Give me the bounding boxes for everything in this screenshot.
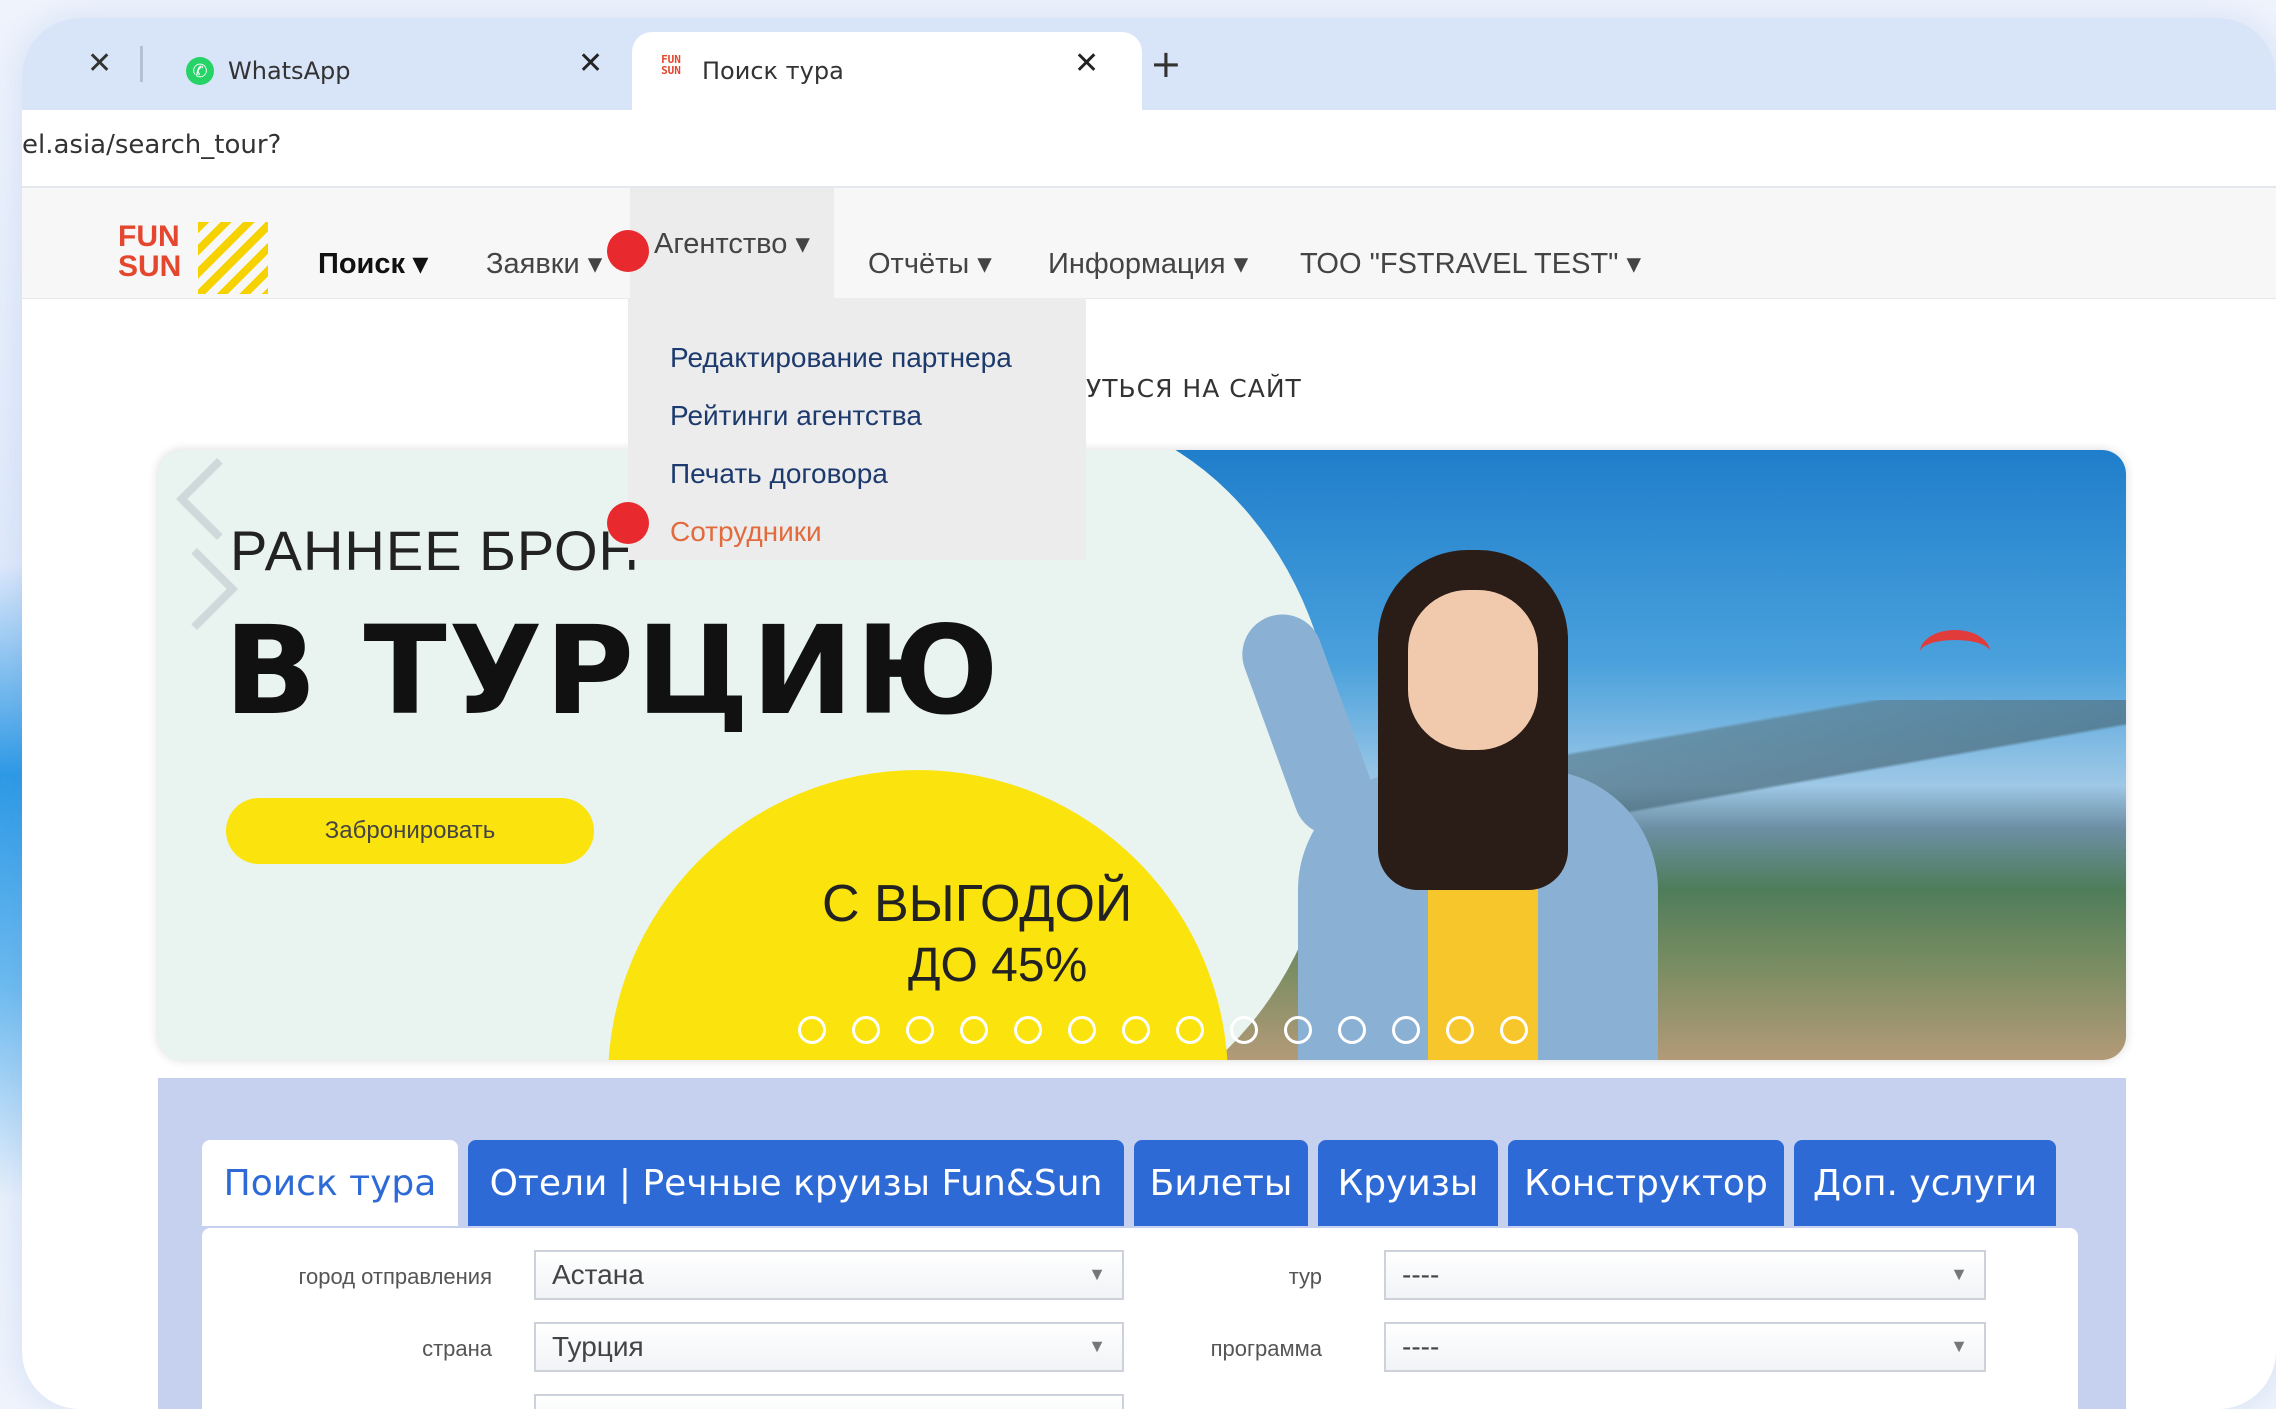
tab-strip: ✕ ✆ WhatsApp ✕ FUN SUN Поиск тура ✕ +: [22, 18, 2276, 110]
logo-text: FUN SUN: [118, 220, 182, 283]
slide-dot[interactable]: [852, 1016, 880, 1044]
nav-search[interactable]: Поиск ▾: [318, 246, 428, 281]
close-icon[interactable]: ✕: [87, 46, 112, 81]
promo-banner[interactable]: РАННЕЕ БРОН В ТУРЦИЮ Забронировать С ВЫГ…: [158, 450, 2126, 1060]
whatsapp-icon: ✆: [186, 57, 214, 85]
slide-dot[interactable]: [1230, 1016, 1258, 1044]
tour-value: ----: [1402, 1259, 1440, 1290]
nav-company[interactable]: ТОО "FSTRAVEL TEST" ▾: [1300, 246, 1641, 281]
departure-select[interactable]: Астана ▼: [534, 1250, 1124, 1300]
banner-headline-line1: РАННЕЕ БРОН: [230, 519, 640, 582]
tab-separator: [140, 46, 143, 82]
slide-dot[interactable]: [798, 1016, 826, 1044]
slide-dot[interactable]: [1068, 1016, 1096, 1044]
tab-whatsapp[interactable]: ✆ WhatsApp: [162, 32, 642, 110]
slide-dot[interactable]: [1446, 1016, 1474, 1044]
promo-text-line1: С ВЫГОДОЙ: [822, 875, 1133, 933]
program-value: ----: [1402, 1331, 1440, 1362]
slide-dot[interactable]: [1392, 1016, 1420, 1044]
banner-person-image: [1231, 550, 1688, 1060]
chevron-down-icon: ▼: [1088, 1264, 1106, 1284]
slide-dot[interactable]: [1284, 1016, 1312, 1044]
return-to-site-link[interactable]: УТЬСЯ НА САЙТ: [1086, 374, 1302, 403]
browser-window: ✕ ✆ WhatsApp ✕ FUN SUN Поиск тура ✕ + el.…: [22, 18, 2276, 1409]
tab-label: Поиск тура: [702, 57, 844, 85]
departure-label: город отправления: [298, 1264, 492, 1289]
funsun-favicon-icon: FUN SUN: [661, 53, 681, 77]
menu-item-employees[interactable]: Сотрудники: [670, 516, 822, 548]
agency-dropdown-menu: Редактирование партнера Рейтинги агентст…: [628, 298, 1086, 560]
new-tab-plus-icon[interactable]: +: [1150, 42, 1182, 86]
tab-search-tour[interactable]: FUN SUN Поиск тура: [632, 32, 1142, 110]
slide-dot[interactable]: [1338, 1016, 1366, 1044]
paraglider-icon: [1920, 630, 1990, 674]
nav-agency[interactable]: Агентство ▾: [630, 188, 834, 298]
book-button[interactable]: Забронировать: [226, 798, 594, 864]
url-text[interactable]: el.asia/search_tour?: [22, 130, 281, 160]
country-label: страна: [422, 1336, 492, 1361]
menu-item-agency-ratings[interactable]: Рейтинги агентства: [670, 400, 922, 432]
tab-cruises[interactable]: Круизы: [1318, 1140, 1498, 1226]
slide-dot[interactable]: [1176, 1016, 1204, 1044]
menu-item-edit-partner[interactable]: Редактирование партнера: [670, 342, 1012, 374]
menu-item-print-contract[interactable]: Печать договора: [670, 458, 888, 490]
search-form: город отправления Астана ▼ тур ---- ▼ ст…: [202, 1228, 2078, 1409]
tab-extra-services[interactable]: Доп. услуги: [1794, 1140, 2056, 1226]
country-select[interactable]: Турция ▼: [534, 1322, 1124, 1372]
nav-reports[interactable]: Отчёты ▾: [868, 246, 992, 281]
nav-information[interactable]: Информация ▾: [1048, 246, 1248, 281]
tab-hotels-cruises[interactable]: Отели | Речные круизы Fun&Sun: [468, 1140, 1124, 1226]
tab-tickets[interactable]: Билеты: [1134, 1140, 1308, 1226]
slide-dot[interactable]: [1014, 1016, 1042, 1044]
chevron-down-icon: ▼: [1088, 1336, 1106, 1356]
annotation-marker: [607, 502, 649, 544]
slide-dot[interactable]: [1500, 1016, 1528, 1044]
next-field-select[interactable]: [534, 1394, 1124, 1409]
country-value: Турция: [552, 1331, 644, 1362]
funsun-logo[interactable]: FUN SUN: [118, 222, 278, 298]
tab-search-tour[interactable]: Поиск тура: [202, 1140, 458, 1226]
logo-stripes-icon: [198, 222, 268, 294]
slide-dot[interactable]: [906, 1016, 934, 1044]
slide-dot[interactable]: [960, 1016, 988, 1044]
slide-dot[interactable]: [1122, 1016, 1150, 1044]
tab-constructor[interactable]: Конструктор: [1508, 1140, 1784, 1226]
close-tab-icon[interactable]: ✕: [1074, 46, 1099, 81]
address-bar[interactable]: el.asia/search_tour?: [22, 110, 2276, 188]
search-panel: Поиск тура Отели | Речные круизы Fun&Sun…: [158, 1078, 2126, 1409]
chevron-down-icon: ▼: [1950, 1336, 1968, 1356]
program-select[interactable]: ---- ▼: [1384, 1322, 1986, 1372]
departure-value: Астана: [552, 1259, 644, 1290]
site-navbar: FUN SUN Поиск ▾ Заявки ▾ Агентство ▾ Отчё…: [22, 188, 2276, 299]
slide-indicators: [798, 1016, 1528, 1044]
nav-requests[interactable]: Заявки ▾: [486, 246, 602, 281]
annotation-marker: [607, 230, 649, 272]
chevron-down-icon: ▼: [1950, 1264, 1968, 1284]
tab-label: WhatsApp: [228, 57, 351, 85]
close-tab-icon[interactable]: ✕: [578, 46, 603, 81]
tour-label: тур: [1288, 1264, 1322, 1289]
promo-text-line2: ДО 45%: [908, 939, 1088, 992]
banner-headline-line2: В ТУРЦИЮ: [224, 600, 1001, 742]
program-label: программа: [1210, 1336, 1322, 1361]
tour-select[interactable]: ---- ▼: [1384, 1250, 1986, 1300]
